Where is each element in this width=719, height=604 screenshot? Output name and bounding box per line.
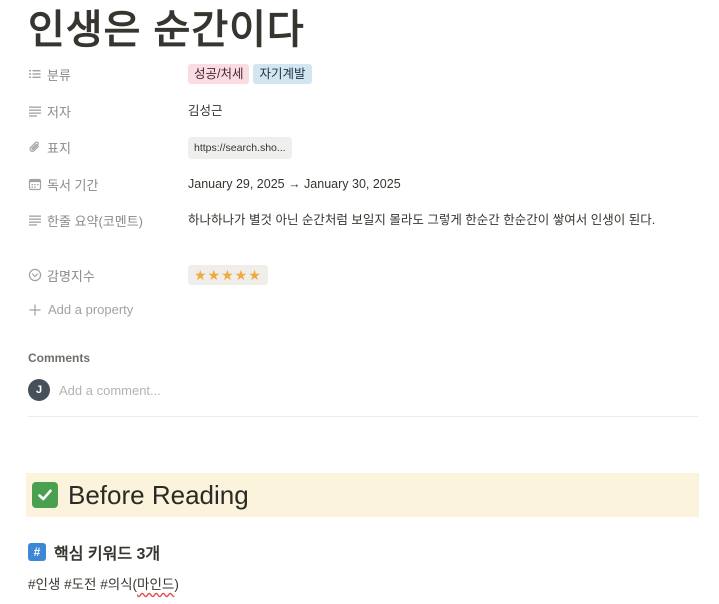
calendar-icon <box>28 178 42 191</box>
property-summary[interactable]: 한줄 요약(코멘트) 하나하나가 별것 아닌 순간처럼 보일지 몰라도 그렇게 … <box>28 210 708 230</box>
comment-input[interactable]: Add a comment... <box>59 383 161 398</box>
property-label-author: 저자 <box>28 101 188 121</box>
property-label-text: 감명지수 <box>47 268 95 284</box>
property-author[interactable]: 저자 김성근 <box>28 101 708 121</box>
property-label-category: 분류 <box>28 64 188 84</box>
spellcheck-word: 마인드 <box>137 577 175 592</box>
paperclip-icon <box>29 141 40 152</box>
property-value-rating[interactable]: ★★★★★ <box>188 265 708 286</box>
checkmark-icon <box>32 482 58 508</box>
add-property-button[interactable]: Add a property <box>28 302 133 317</box>
divider <box>28 416 698 417</box>
keywords-suffix: ) <box>174 577 179 592</box>
property-label-text: 분류 <box>47 67 71 83</box>
tag-self-development[interactable]: 자기계발 <box>253 64 312 84</box>
list-icon <box>29 70 41 78</box>
property-label-text: 한줄 요약(코멘트) <box>47 213 143 229</box>
section-heading-text[interactable]: 핵심 키워드 3개 <box>54 540 160 564</box>
text-lines-icon <box>29 215 41 226</box>
property-value-author[interactable]: 김성근 <box>188 101 708 121</box>
comment-composer[interactable]: J Add a comment... <box>28 379 161 401</box>
property-cover[interactable]: 표지 https://search.sho... <box>28 137 708 159</box>
property-value-cover[interactable]: https://search.sho... <box>188 137 708 159</box>
property-value-reading-period[interactable]: January 29, 2025 → January 30, 2025 <box>188 174 708 194</box>
tag-success[interactable]: 성공/처세 <box>188 64 250 84</box>
plus-icon <box>29 304 41 315</box>
property-label-rating: 감명지수 <box>28 265 188 285</box>
property-value-category[interactable]: 성공/처세 자기계발 <box>188 64 708 84</box>
property-label-reading-period: 독서 기간 <box>28 174 188 194</box>
keywords-prefix: #인생 #도전 #의식( <box>28 577 138 592</box>
property-label-text: 표지 <box>47 140 71 156</box>
callout-before-reading[interactable]: Before Reading <box>26 473 699 517</box>
page-title[interactable]: 인생은 순간이다 <box>28 4 305 56</box>
comments-heading: Comments <box>28 351 91 365</box>
cover-link[interactable]: https://search.sho... <box>188 137 292 159</box>
property-label-cover: 표지 <box>28 137 188 157</box>
property-label-text: 저자 <box>47 104 71 120</box>
property-reading-period[interactable]: 독서 기간 January 29, 2025 → January 30, 202… <box>28 174 708 194</box>
rating-stars[interactable]: ★★★★★ <box>188 265 268 285</box>
avatar: J <box>28 379 50 401</box>
property-value-summary[interactable]: 하나하나가 별것 아닌 순간처럼 보일지 몰라도 그렇게 한순간 한순간이 쌓여… <box>188 210 708 230</box>
add-property-label: Add a property <box>48 302 134 317</box>
property-category[interactable]: 분류 성공/처세 자기계발 <box>28 64 708 84</box>
keywords-text[interactable]: #인생 #도전 #의식(마인드) <box>28 573 179 593</box>
text-lines-icon <box>29 106 41 117</box>
property-rating[interactable]: 감명지수 ★★★★★ <box>28 265 708 286</box>
section-heading[interactable]: # 핵심 키워드 3개 <box>28 540 160 564</box>
property-label-summary: 한줄 요약(코멘트) <box>28 210 188 230</box>
callout-heading[interactable]: Before Reading <box>68 480 249 511</box>
property-label-text: 독서 기간 <box>47 177 99 193</box>
hash-icon: # <box>28 543 46 561</box>
select-circle-icon <box>28 268 42 282</box>
